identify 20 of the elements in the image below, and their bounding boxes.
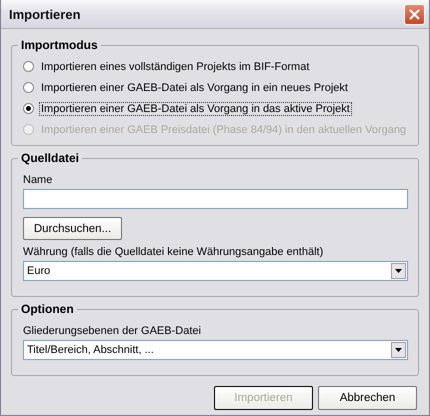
browse-button[interactable]: Durchsuchen... xyxy=(23,217,122,240)
radio-button[interactable] xyxy=(23,82,34,93)
field-label: Währung (falls die Quelldatei keine Währungsangabe enthält) xyxy=(23,246,324,258)
group-title: Optionen xyxy=(18,302,77,316)
radio-button[interactable] xyxy=(23,103,34,114)
dialog-button[interactable]: Abbrechen xyxy=(318,386,417,410)
close-button[interactable] xyxy=(404,4,425,24)
currency-dropdown[interactable]: Euro xyxy=(23,261,408,281)
radio-label[interactable]: Importieren einer GAEB-Datei als Vorgang in das aktive Projekt xyxy=(39,102,352,116)
name-input-field[interactable] xyxy=(23,189,408,209)
field-label: Gliederungsebenen der GAEB-Datei xyxy=(23,325,202,337)
radio-label[interactable]: Importieren einer GAEB-Datei als Vorgang in ein neues Projekt xyxy=(39,80,350,94)
group-title: Importmodus xyxy=(18,38,101,52)
levels-dropdown[interactable]: Titel/Bereich, Abschnitt, ... xyxy=(23,340,408,360)
radio-label[interactable]: Importieren eines vollständigen Projekts im BIF-Format xyxy=(39,60,312,74)
radio-button[interactable] xyxy=(23,61,34,72)
close-icon xyxy=(409,8,420,20)
field-label: Name xyxy=(23,174,54,186)
window-title: Importieren xyxy=(9,6,81,22)
group-title: Quelldatei xyxy=(18,151,82,165)
